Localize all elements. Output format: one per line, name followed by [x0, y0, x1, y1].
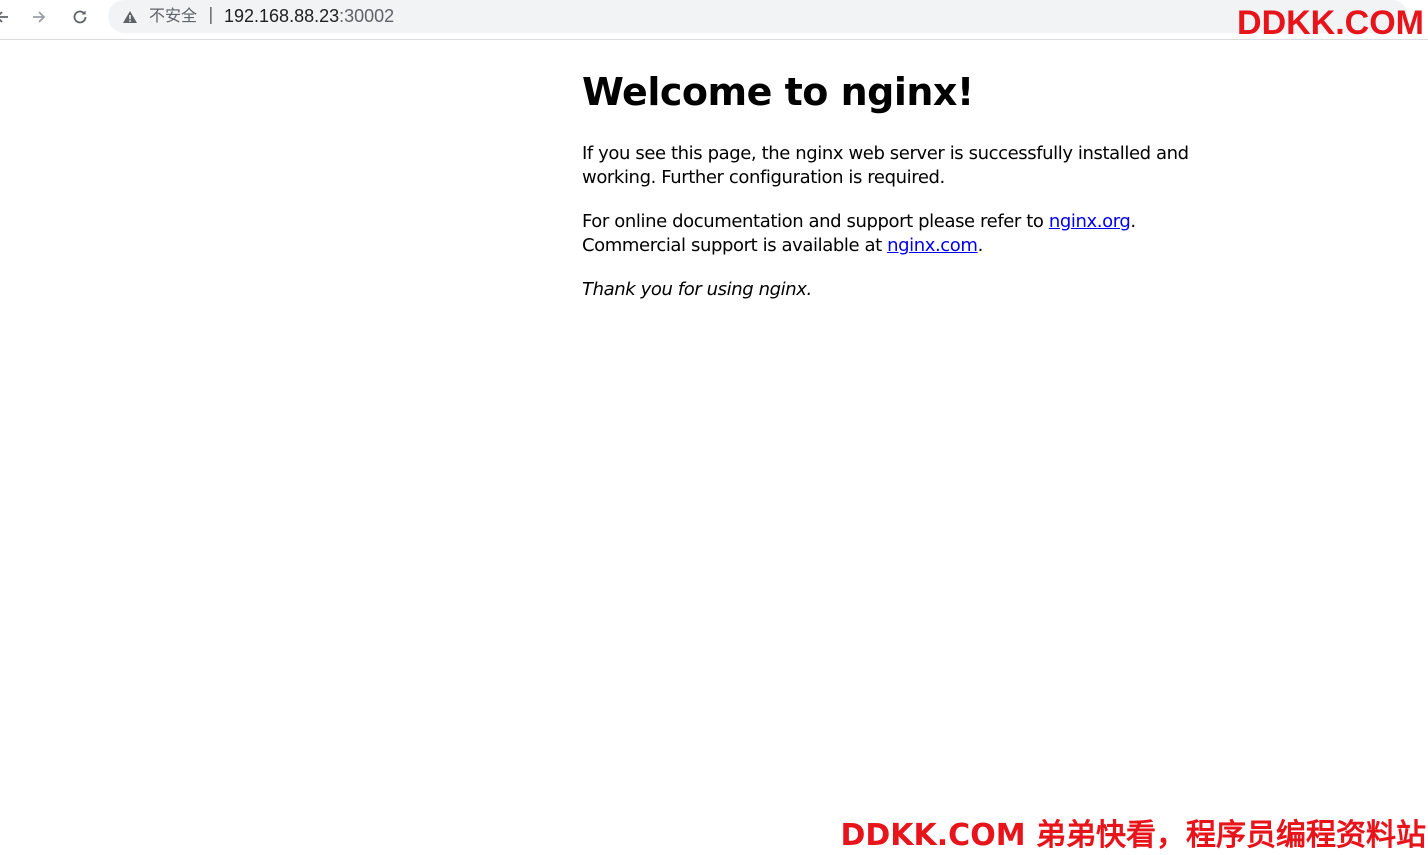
docs-text: For online documentation and support ple…: [582, 211, 1049, 232]
address-bar[interactable]: 不安全 | 192.168.88.23:30002: [108, 0, 1408, 33]
reload-button[interactable]: [66, 4, 94, 30]
watermark-bottom: DDKK.COM 弟弟快看，程序员编程资料站: [840, 818, 1426, 853]
forward-button[interactable]: [25, 4, 53, 30]
nginx-org-link[interactable]: nginx.org: [1049, 211, 1131, 232]
arrow-right-icon: [33, 11, 46, 23]
commercial-period: .: [977, 235, 984, 256]
address-separator: |: [208, 5, 214, 25]
url-port: :30002: [339, 6, 395, 26]
watermark-top: DDKK.COM: [1237, 4, 1424, 42]
commercial-text: Commercial support is available at: [582, 235, 888, 256]
reload-icon: [73, 10, 87, 24]
docs-period: .: [1130, 211, 1136, 232]
page-title: Welcome to nginx!: [582, 70, 974, 114]
page-content: Welcome to nginx! If you see this page, …: [582, 64, 1222, 302]
nginx-com-link[interactable]: nginx.com: [887, 235, 978, 256]
url-text[interactable]: 192.168.88.23:30002: [224, 6, 394, 26]
arrow-left-icon: [0, 11, 8, 23]
browser-toolbar: 不安全 | 192.168.88.23:30002: [0, 0, 1428, 40]
url-host: 192.168.88.23: [224, 6, 340, 26]
intro-paragraph: If you see this page, the nginx web serv…: [582, 143, 1189, 188]
docs-paragraph: For online documentation and support ple…: [582, 210, 1222, 258]
thanks-paragraph: Thank you for using nginx.: [582, 279, 812, 300]
back-button[interactable]: [0, 4, 16, 30]
security-status-label[interactable]: 不安全: [149, 6, 197, 26]
warning-icon[interactable]: [122, 9, 138, 25]
